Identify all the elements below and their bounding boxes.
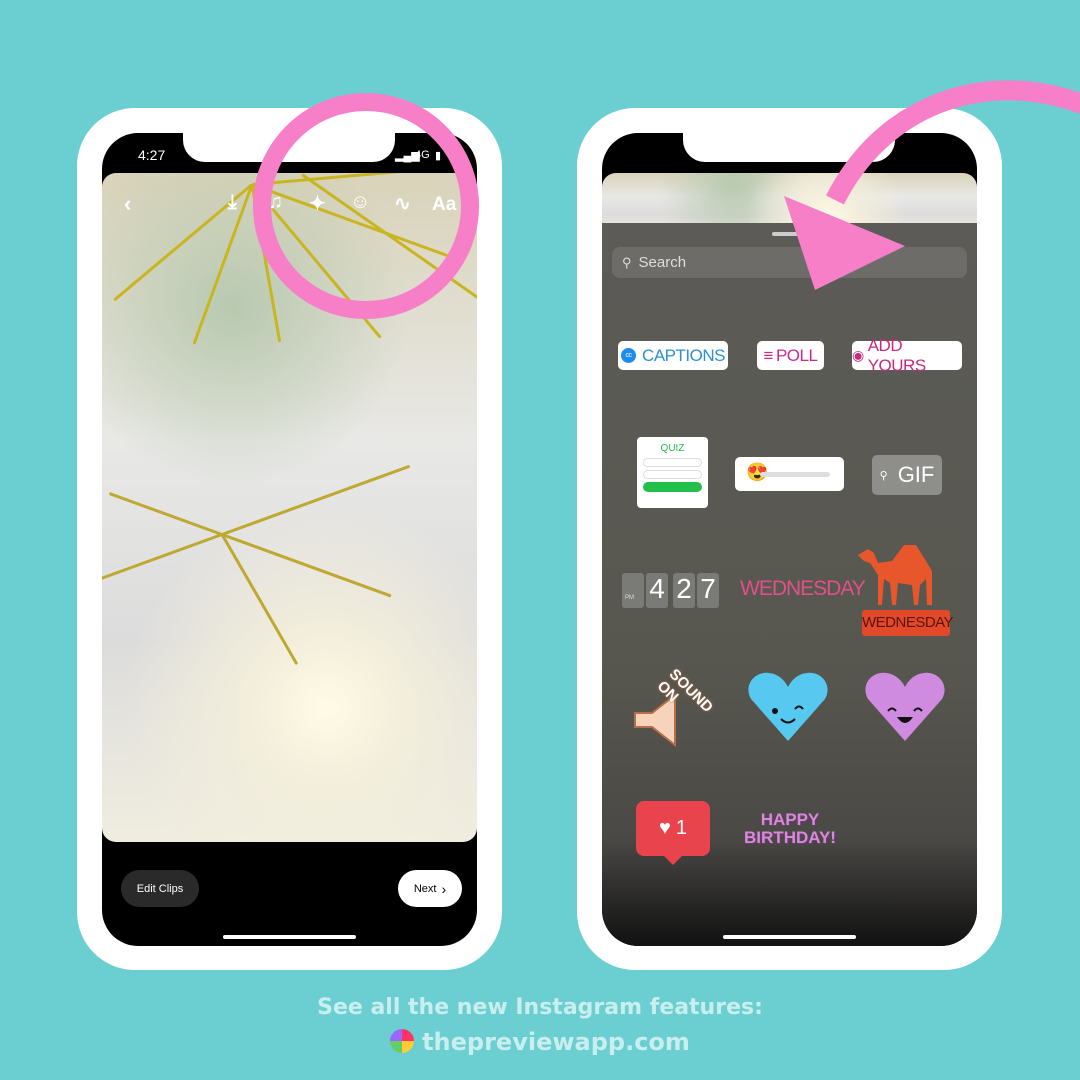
highlight-overlay [253, 80, 1080, 319]
footer-url: thepreviewapp.com [422, 1028, 690, 1056]
curved-arrow [826, 80, 1080, 205]
footer-caption: See all the new Instagram features: [317, 995, 763, 1020]
arrow-head-icon [784, 196, 905, 290]
highlight-circle [253, 93, 479, 319]
footer-link[interactable]: thepreviewapp.com [0, 1028, 1080, 1056]
preview-app-logo-icon [390, 1029, 415, 1053]
